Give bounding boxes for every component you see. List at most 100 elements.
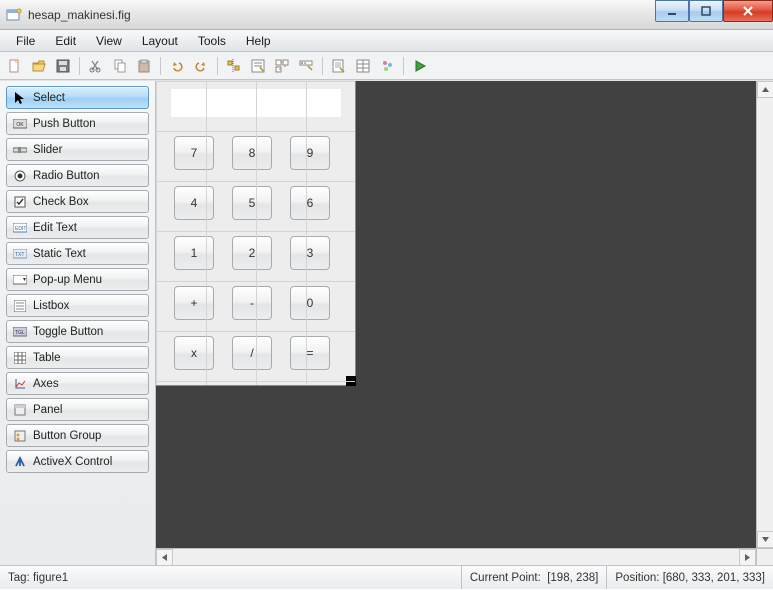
figure-resize-handle[interactable] [346,376,356,386]
palette-label: Button Group [33,430,101,442]
undo-icon[interactable] [166,55,188,77]
calc-button-2[interactable]: 2 [232,236,272,270]
copy-icon[interactable] [109,55,131,77]
new-icon[interactable] [4,55,26,77]
calc-button-4[interactable]: 4 [174,186,214,220]
statictext-icon: TXT [13,247,27,261]
palette-edittext[interactable]: EDIT Edit Text [6,216,149,239]
object-browser-icon[interactable] [376,55,398,77]
component-palette: Select OK Push Button Slider Radio Butto… [0,81,156,565]
window-maximize-button[interactable] [689,0,723,22]
buttongroup-icon [13,429,27,443]
palette-label: Check Box [33,196,89,208]
align-icon[interactable] [223,55,245,77]
radio-icon [13,169,27,183]
togglebutton-icon: TGL [13,325,27,339]
palette-label: Static Text [33,248,86,260]
palette-axes[interactable]: Axes [6,372,149,395]
palette-label: Toggle Button [33,326,103,338]
palette-listbox[interactable]: Listbox [6,294,149,317]
calc-button-div[interactable]: / [232,336,272,370]
window-close-button[interactable] [723,0,773,22]
property-inspector-icon[interactable] [352,55,374,77]
mfile-editor-icon[interactable] [328,55,350,77]
vertical-scrollbar[interactable] [756,81,773,548]
status-position-value: [680, 333, 201, 333] [663,572,765,584]
palette-label: Axes [33,378,59,390]
palette-panel[interactable]: Panel [6,398,149,421]
cut-icon[interactable] [85,55,107,77]
run-icon[interactable] [409,55,431,77]
scroll-right-icon[interactable] [739,549,756,566]
calc-button-minus[interactable]: - [232,286,272,320]
save-icon[interactable] [52,55,74,77]
tab-order-icon[interactable] [271,55,293,77]
listbox-icon [13,299,27,313]
palette-popupmenu[interactable]: Pop-up Menu [6,268,149,291]
window-minimize-button[interactable] [655,0,689,22]
statusbar: Tag: figure1 Current Point: [198, 238] P… [0,565,773,589]
horizontal-scrollbar[interactable] [156,548,756,565]
toolbar-editor-icon[interactable] [295,55,317,77]
palette-label: ActiveX Control [33,456,112,468]
calc-button-3[interactable]: 3 [290,236,330,270]
calc-button-5[interactable]: 5 [232,186,272,220]
calc-button-9[interactable]: 9 [290,136,330,170]
calc-button-7[interactable]: 7 [174,136,214,170]
palette-pushbutton[interactable]: OK Push Button [6,112,149,135]
palette-checkbox[interactable]: Check Box [6,190,149,213]
scroll-down-icon[interactable] [757,531,773,548]
palette-select[interactable]: Select [6,86,149,109]
svg-text:OK: OK [16,122,24,128]
calc-button-mult[interactable]: x [174,336,214,370]
menu-editor-icon[interactable] [247,55,269,77]
toolbar [0,52,773,80]
axes-icon [13,377,27,391]
palette-togglebutton[interactable]: TGL Toggle Button [6,320,149,343]
svg-text:TXT: TXT [15,252,24,258]
display-edit-text[interactable] [171,89,341,117]
menu-help[interactable]: Help [236,34,281,48]
calc-button-8[interactable]: 8 [232,136,272,170]
svg-text:TGL: TGL [15,330,25,336]
palette-label: Select [33,92,65,104]
status-tag-label: Tag: [8,572,30,584]
palette-label: Table [33,352,61,364]
palette-activex[interactable]: ActiveX Control [6,450,149,473]
status-currentpoint-value: [198, 238] [547,572,598,584]
menu-file[interactable]: File [6,34,45,48]
checkbox-icon [13,195,27,209]
palette-radiobutton[interactable]: Radio Button [6,164,149,187]
paste-icon[interactable] [133,55,155,77]
palette-statictext[interactable]: TXT Static Text [6,242,149,265]
panel-icon [13,403,27,417]
palette-slider[interactable]: Slider [6,138,149,161]
status-tag-value: figure1 [33,572,68,584]
popupmenu-icon [13,273,27,287]
window-title: hesap_makinesi.fig [28,8,131,22]
menubar: File Edit View Layout Tools Help [0,30,773,52]
redo-icon[interactable] [190,55,212,77]
open-icon[interactable] [28,55,50,77]
calc-button-6[interactable]: 6 [290,186,330,220]
titlebar: hesap_makinesi.fig [0,0,773,30]
menu-tools[interactable]: Tools [188,34,236,48]
menu-edit[interactable]: Edit [45,34,86,48]
menu-view[interactable]: View [86,34,132,48]
palette-buttongroup[interactable]: Button Group [6,424,149,447]
palette-label: Listbox [33,300,69,312]
status-position-label: Position: [615,572,659,584]
calc-button-0[interactable]: 0 [290,286,330,320]
calc-button-plus[interactable]: + [174,286,214,320]
svg-text:EDIT: EDIT [15,226,26,232]
figure-surface[interactable]: 7 8 9 4 5 6 1 2 3 + - 0 x / = [156,81,356,386]
status-currentpoint-label: Current Point: [470,572,541,584]
pushbutton-icon: OK [13,117,27,131]
scroll-up-icon[interactable] [757,81,773,98]
scroll-left-icon[interactable] [156,549,173,566]
calc-button-1[interactable]: 1 [174,236,214,270]
calc-button-eq[interactable]: = [290,336,330,370]
menu-layout[interactable]: Layout [132,34,188,48]
palette-table[interactable]: Table [6,346,149,369]
palette-label: Edit Text [33,222,77,234]
